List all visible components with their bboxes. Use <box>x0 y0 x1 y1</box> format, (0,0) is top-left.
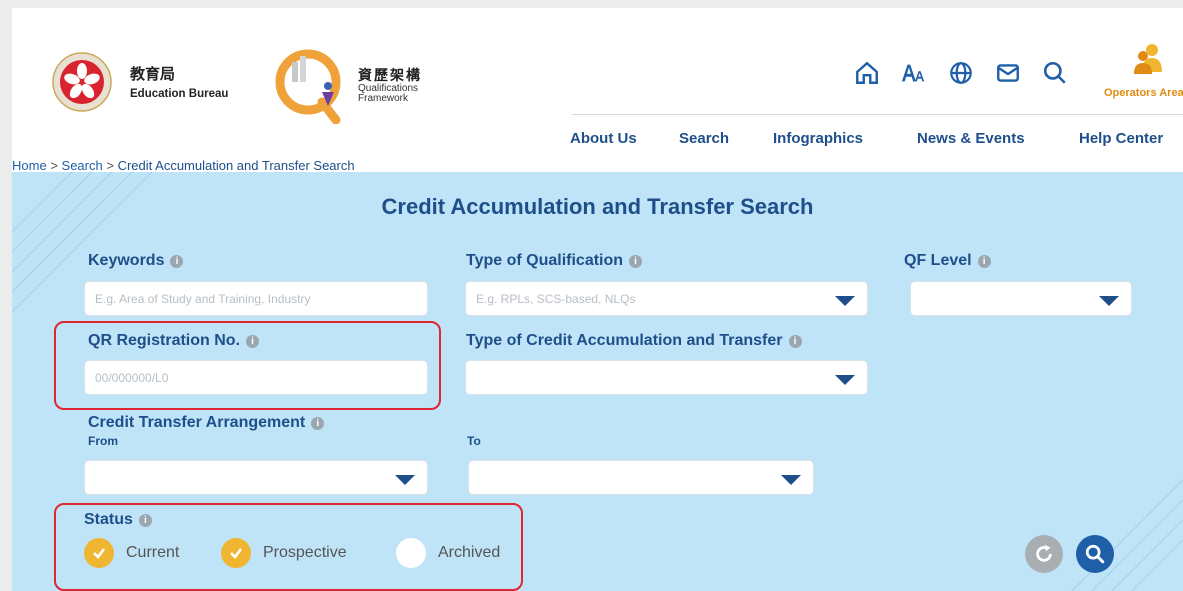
breadcrumb-home[interactable]: Home <box>12 158 47 173</box>
breadcrumb-separator: > <box>106 158 118 173</box>
nav-infographics[interactable]: Infographics <box>773 130 863 147</box>
info-icon[interactable]: i <box>788 334 802 348</box>
qf-logo-chinese: 資歷架構 <box>358 68 422 84</box>
refresh-icon <box>1036 544 1052 562</box>
keywords-label: Keywords i <box>88 252 184 270</box>
breadcrumb-separator: > <box>50 158 62 173</box>
nav-search[interactable]: Search <box>679 130 729 147</box>
decorative-stripes <box>1071 479 1183 591</box>
info-icon[interactable]: i <box>170 254 184 268</box>
breadcrumb: Home > Search > Credit Accumulation and … <box>12 158 355 173</box>
highlight-qr-registration <box>54 321 441 410</box>
nav-help-center[interactable]: Help Center <box>1079 130 1163 147</box>
type-of-qualification-select[interactable]: E.g. RPLs, SCS-based, NLQs <box>465 281 868 316</box>
type-of-qualification-placeholder: E.g. RPLs, SCS-based, NLQs <box>476 291 636 306</box>
keywords-input[interactable]: E.g. Area of Study and Training, Industr… <box>84 281 428 316</box>
qf-level-select[interactable] <box>910 281 1132 316</box>
chevron-down-icon <box>1099 296 1119 306</box>
info-icon[interactable]: i <box>629 254 643 268</box>
chevron-down-icon <box>781 475 801 485</box>
operators-icon[interactable] <box>1134 42 1164 76</box>
breadcrumb-search[interactable]: Search <box>62 158 103 173</box>
chevron-down-icon <box>395 475 415 485</box>
info-icon[interactable]: i <box>977 254 991 268</box>
hksar-emblem-logo <box>52 52 112 112</box>
search-submit-button[interactable] <box>1076 535 1114 573</box>
type-of-cat-label: Type of Credit Accumulation and Transfer… <box>466 332 802 350</box>
nav-news-events[interactable]: News & Events <box>917 130 1025 147</box>
highlight-status <box>54 503 523 591</box>
info-icon[interactable]: i <box>311 416 325 430</box>
credit-transfer-from-select[interactable] <box>84 460 428 495</box>
search-title: Credit Accumulation and Transfer Search <box>381 194 814 219</box>
font-size-icon[interactable] <box>899 58 929 88</box>
header-divider <box>572 114 1183 115</box>
reset-button[interactable] <box>1025 535 1063 573</box>
qf-logo <box>275 49 341 124</box>
mail-icon[interactable] <box>993 58 1023 88</box>
type-of-qualification-label: Type of Qualification i <box>466 252 643 270</box>
credit-transfer-to-select[interactable] <box>468 460 814 495</box>
home-icon[interactable] <box>852 58 882 88</box>
edb-logo-chinese: 教育局 <box>130 65 176 83</box>
breadcrumb-current: Credit Accumulation and Transfer Search <box>117 158 355 173</box>
qf-logo-english: Qualifications Framework <box>358 83 419 104</box>
edb-logo-english: Education Bureau <box>130 88 229 100</box>
operators-area-link[interactable]: Operators Area <box>1104 87 1183 99</box>
search-icon[interactable] <box>1040 58 1070 88</box>
to-label: To <box>467 434 481 448</box>
qf-level-label: QF Level i <box>904 252 991 270</box>
chevron-down-icon <box>835 375 855 385</box>
from-label: From <box>88 434 118 448</box>
search-panel: Credit Accumulation and Transfer Search … <box>12 172 1183 591</box>
credit-transfer-label: Credit Transfer Arrangement i <box>88 414 325 432</box>
type-of-cat-select[interactable] <box>465 360 868 395</box>
search-icon <box>1085 544 1105 564</box>
nav-about-us[interactable]: About Us <box>570 130 637 147</box>
language-globe-icon[interactable] <box>946 58 976 88</box>
chevron-down-icon <box>835 296 855 306</box>
